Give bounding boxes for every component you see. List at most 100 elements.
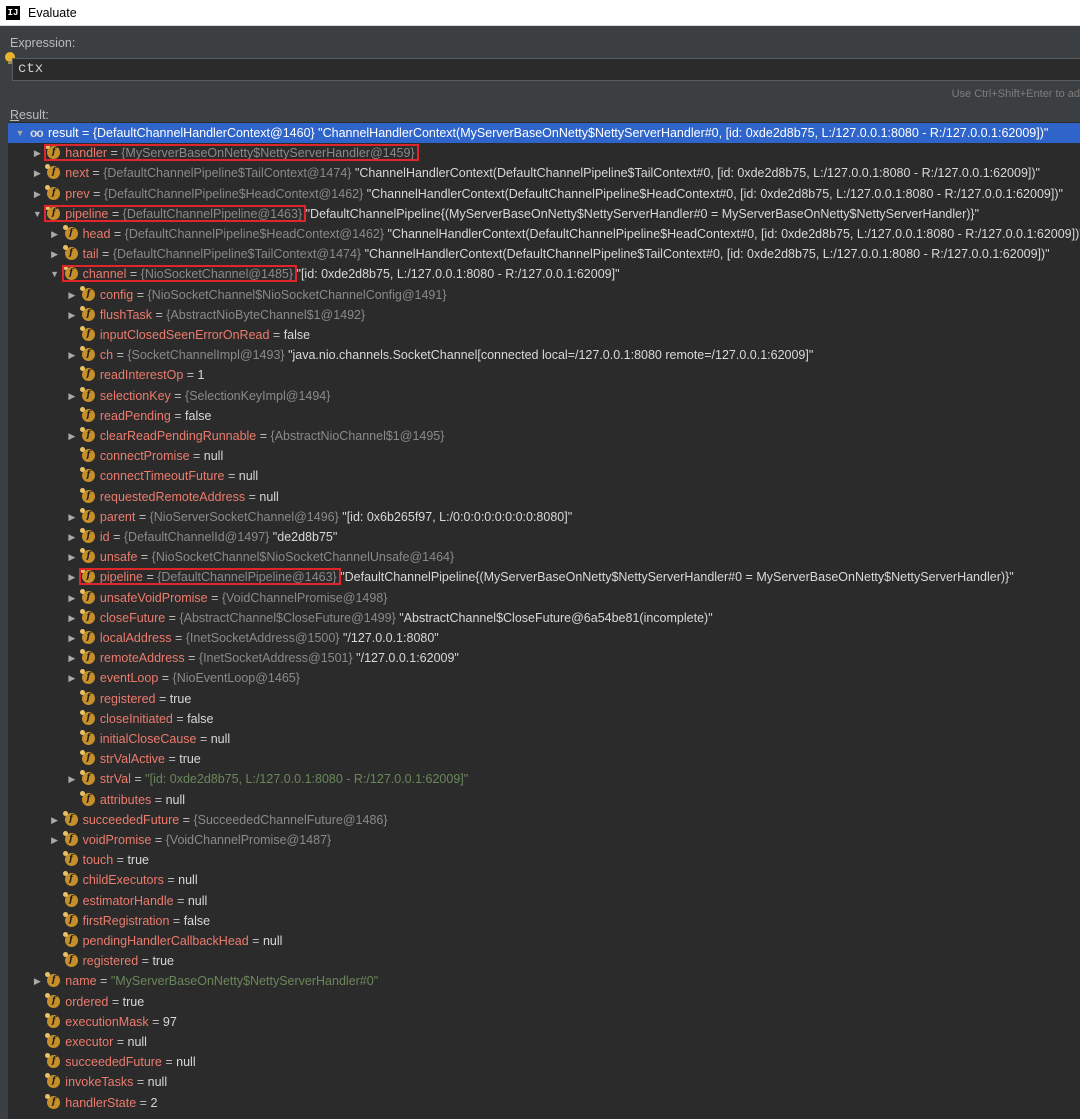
tree-row-closefuture[interactable]: ▶ f closeFuture = {AbstractChannel$CloseFu… — [8, 608, 1080, 628]
tree-row-unsafevoidpromise[interactable]: ▶ f unsafeVoidPromise = {VoidChannelPromis… — [8, 588, 1080, 608]
tree-row-config[interactable]: ▶ f config = {NioSocketChannel$NioSocketCh… — [8, 285, 1080, 305]
tree-row-strval[interactable]: ▶ f strVal = "[id: 0xde2d8b75, L:/127.0.0.… — [8, 769, 1080, 789]
collapsed-arrow-icon[interactable]: ▶ — [31, 971, 43, 991]
field-name: remoteAddress — [99, 651, 185, 666]
collapsed-arrow-icon[interactable]: ▶ — [66, 588, 78, 608]
tree-row-handler[interactable]: ▶ f handler = {MyServerBaseOnNetty$NettySe… — [8, 143, 1080, 163]
tree-row-ordered[interactable]: f ordered = true — [8, 992, 1080, 1012]
field-name: tail — [82, 247, 99, 262]
field-icon: f — [79, 629, 95, 644]
tree-row-succeededfuture[interactable]: ▶ f succeededFuture = {SucceededChannelFut… — [8, 810, 1080, 830]
primitive-value: 2 — [150, 1095, 158, 1110]
tree-row-ch[interactable]: ▶ f ch = {SocketChannelImpl@1493} "java.ni… — [8, 345, 1080, 365]
equals-sign: = — [155, 691, 170, 706]
equals-sign: = — [170, 408, 186, 423]
collapsed-arrow-icon[interactable]: ▶ — [49, 244, 61, 264]
tree-row-registered[interactable]: f registered = true — [8, 951, 1080, 971]
field-icon: f — [62, 225, 78, 240]
collapsed-arrow-icon[interactable]: ▶ — [66, 547, 78, 567]
tree-row-remoteaddress[interactable]: ▶ f remoteAddress = {InetSocketAddress@150… — [8, 648, 1080, 668]
tree-row-initialclosecause[interactable]: f initialCloseCause = null — [8, 729, 1080, 749]
tree-row-connecttimeoutfuture[interactable]: f connectTimeoutFuture = null — [8, 466, 1080, 486]
field-icon: f — [79, 326, 95, 341]
tree-row-touch[interactable]: f touch = true — [8, 850, 1080, 870]
tree-row-registered[interactable]: f registered = true — [8, 689, 1080, 709]
tree-row-pipeline[interactable]: ▼ f pipeline = {DefaultChannelPipeline@146… — [8, 204, 1080, 224]
object-reference: {DefaultChannelPipeline$HeadContext@1462… — [124, 227, 385, 241]
field-name: clearReadPendingRunnable — [99, 429, 257, 443]
tree-row-childexecutors[interactable]: f childExecutors = null — [8, 870, 1080, 890]
tree-row-succeededfuture[interactable]: f succeededFuture = null — [8, 1052, 1080, 1072]
tree-row-result[interactable]: ▼ oo result = {DefaultChannelHandlerContex… — [8, 123, 1080, 143]
field-icon: f — [79, 406, 95, 422]
tree-row-firstregistration[interactable]: f firstRegistration = false — [8, 911, 1080, 931]
collapsed-arrow-icon[interactable]: ▶ — [66, 285, 78, 305]
expanded-arrow-icon[interactable]: ▼ — [14, 123, 26, 143]
tree-row-estimatorhandle[interactable]: f estimatorHandle = null — [8, 891, 1080, 911]
tree-row-id[interactable]: ▶ f id = {DefaultChannelId@1497} "de2d8b75… — [8, 527, 1080, 547]
collapsed-arrow-icon[interactable]: ▶ — [66, 628, 78, 648]
tree-row-channel[interactable]: ▼ f channel = {NioSocketChannel@1485} "[id… — [8, 264, 1080, 284]
field-name: inputClosedSeenErrorOnRead — [99, 328, 270, 342]
collapsed-arrow-icon[interactable]: ▶ — [66, 386, 78, 406]
tree-row-requestedremoteaddress[interactable]: f requestedRemoteAddress = null — [8, 487, 1080, 507]
collapsed-arrow-icon[interactable]: ▶ — [49, 224, 61, 244]
expanded-arrow-icon[interactable]: ▼ — [49, 264, 61, 284]
tree-row-invoketasks[interactable]: f invokeTasks = null — [8, 1072, 1080, 1092]
tree-row-text: name = "MyServerBaseOnNetty$NettyServerH… — [65, 971, 378, 991]
collapsed-arrow-icon[interactable]: ▶ — [66, 668, 78, 688]
tree-row-executionmask[interactable]: f executionMask = 97 — [8, 1012, 1080, 1032]
tree-row-next[interactable]: ▶ f next = {DefaultChannelPipeline$TailCon… — [8, 163, 1080, 183]
tree-row-readpending[interactable]: f readPending = false — [8, 406, 1080, 426]
collapsed-arrow-icon[interactable]: ▶ — [66, 345, 78, 365]
tree-row-flushtask[interactable]: ▶ f flushTask = {AbstractNioByteChannel$1@… — [8, 305, 1080, 325]
expression-input[interactable]: ctx — [12, 58, 1080, 81]
tree-row-pipeline[interactable]: ▶ f pipeline = {DefaultChannelPipeline@146… — [8, 567, 1080, 587]
tostring-value: "[id: 0x6b265f97, L:/0:0:0:0:0:0:0:0:808… — [338, 509, 573, 524]
equals-sign: = — [165, 610, 180, 625]
highlight-box — [44, 144, 419, 162]
tree-row-prev[interactable]: ▶ f prev = {DefaultChannelPipeline$HeadCon… — [8, 184, 1080, 204]
tree-row-tail[interactable]: ▶ f tail = {DefaultChannelPipeline$TailCon… — [8, 244, 1080, 264]
collapsed-arrow-icon[interactable]: ▶ — [66, 527, 78, 547]
tree-row-unsafe[interactable]: ▶ f unsafe = {NioSocketChannel$NioSocketCh… — [8, 547, 1080, 567]
field-icon: f — [45, 1093, 61, 1109]
tree-row-pendinghandlercallbackhead[interactable]: f pendingHandlerCallbackHead = null — [8, 931, 1080, 951]
tree-row-name[interactable]: ▶ f name = "MyServerBaseOnNetty$NettyServe… — [8, 971, 1080, 991]
tree-row-voidpromise[interactable]: ▶ f voidPromise = {VoidChannelPromise@1487… — [8, 830, 1080, 850]
tree-row-closeinitiated[interactable]: f closeInitiated = false — [8, 709, 1080, 729]
collapsed-arrow-icon[interactable]: ▶ — [66, 567, 78, 587]
object-reference: {AbstractNioByteChannel$1@1492} — [166, 307, 366, 322]
tree-row-localaddress[interactable]: ▶ f localAddress = {InetSocketAddress@1500… — [8, 628, 1080, 648]
tree-row-parent[interactable]: ▶ f parent = {NioServerSocketChannel@1496}… — [8, 507, 1080, 527]
collapsed-arrow-icon[interactable]: ▶ — [66, 507, 78, 527]
tree-row-clearreadpendingrunnable[interactable]: ▶ f clearReadPendingRunnable = {AbstractNi… — [8, 426, 1080, 446]
result-tree[interactable]: ▼ oo result = {DefaultChannelHandlerContex… — [8, 122, 1080, 1119]
collapsed-arrow-icon[interactable]: ▶ — [49, 830, 61, 850]
field-icon: f — [79, 709, 95, 725]
tree-row-text: unsafeVoidPromise = {VoidChannelPromise@… — [100, 588, 388, 608]
collapsed-arrow-icon[interactable]: ▶ — [66, 305, 78, 325]
tree-row-readinterestop[interactable]: f readInterestOp = 1 — [8, 365, 1080, 385]
expanded-arrow-icon[interactable]: ▼ — [31, 204, 43, 224]
collapsed-arrow-icon[interactable]: ▶ — [49, 810, 61, 830]
collapsed-arrow-icon[interactable]: ▶ — [66, 426, 78, 446]
evaluate-hint: Use Ctrl+Shift+Enter to ad — [951, 88, 1080, 100]
tree-row-selectionkey[interactable]: ▶ f selectionKey = {SelectionKeyImpl@1494} — [8, 386, 1080, 406]
collapsed-arrow-icon[interactable]: ▶ — [66, 769, 78, 789]
tree-row-handlerstate[interactable]: f handlerState = 2 — [8, 1093, 1080, 1113]
collapsed-arrow-icon[interactable]: ▶ — [31, 143, 43, 163]
tree-row-attributes[interactable]: f attributes = null — [8, 790, 1080, 810]
tree-row-strvalactive[interactable]: f strValActive = true — [8, 749, 1080, 769]
collapsed-arrow-icon[interactable]: ▶ — [66, 608, 78, 628]
collapsed-arrow-icon[interactable]: ▶ — [31, 163, 43, 183]
tree-row-head[interactable]: ▶ f head = {DefaultChannelPipeline$HeadCon… — [8, 224, 1080, 244]
tree-row-inputclosedseenerroronread[interactable]: f inputClosedSeenErrorOnRead = false — [8, 325, 1080, 345]
tree-row-connectpromise[interactable]: f connectPromise = null — [8, 446, 1080, 466]
tree-row-executor[interactable]: f executor = null — [8, 1032, 1080, 1052]
tree-row-eventloop[interactable]: ▶ f eventLoop = {NioEventLoop@1465} — [8, 668, 1080, 688]
equals-sign: = — [151, 792, 166, 807]
field-name: touch — [82, 853, 114, 868]
collapsed-arrow-icon[interactable]: ▶ — [31, 184, 43, 204]
collapsed-arrow-icon[interactable]: ▶ — [66, 648, 78, 668]
